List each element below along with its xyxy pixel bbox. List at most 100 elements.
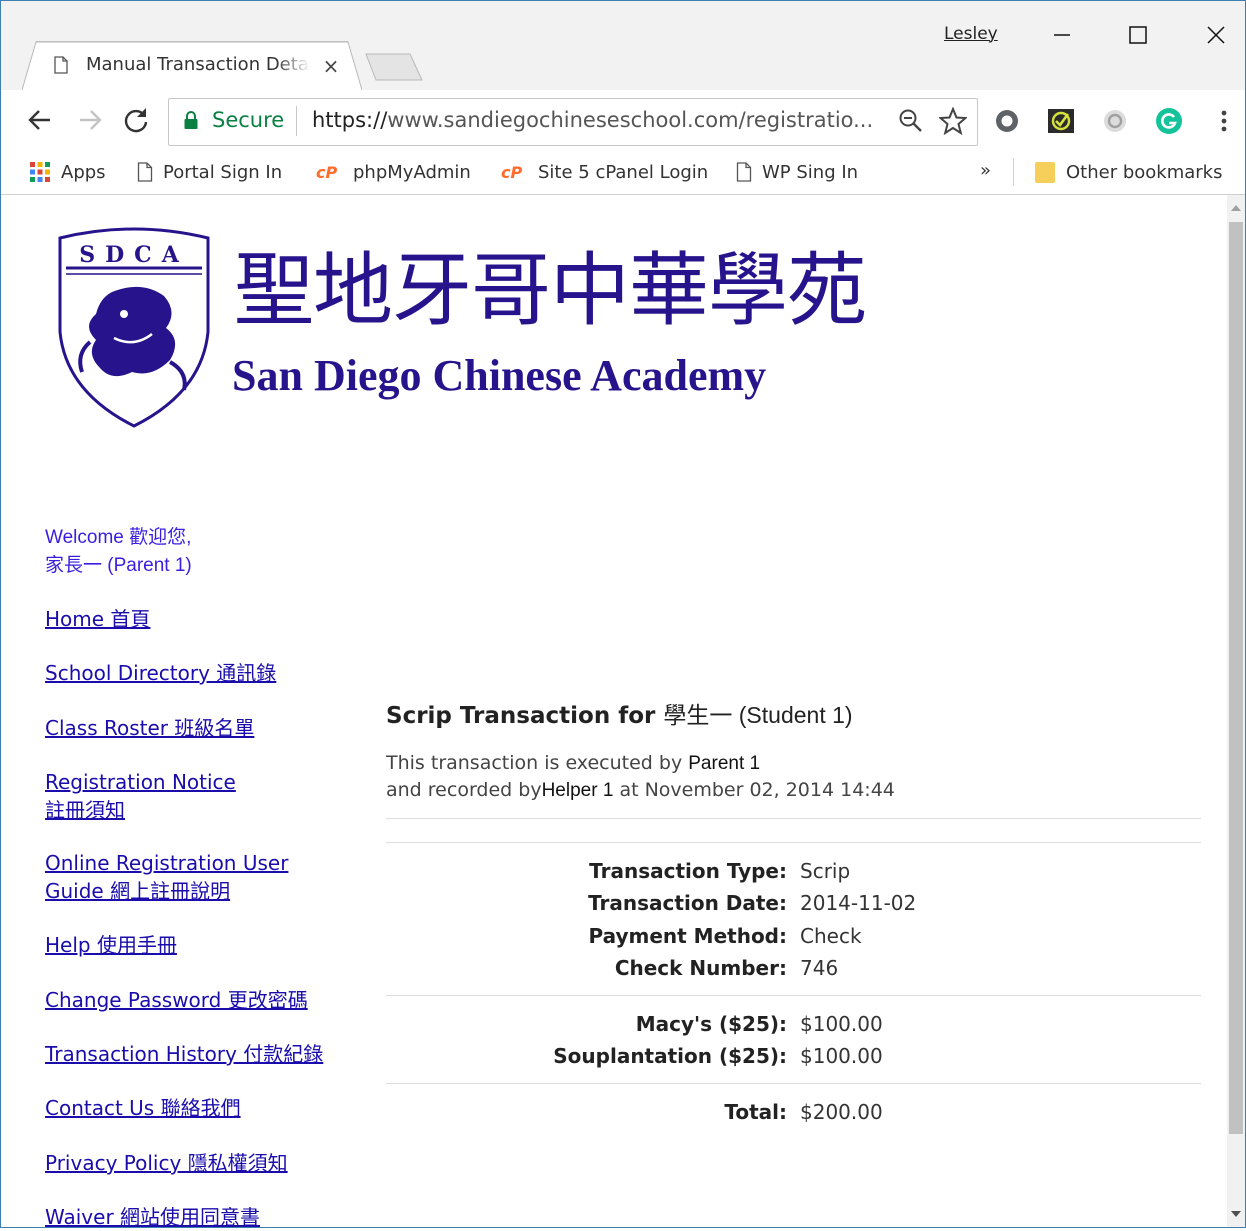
bookmark-other-bookmarks[interactable]: Other bookmarks (1034, 159, 1222, 185)
nav-link-privacy-policy[interactable]: Privacy Policy 隱私權須知 (45, 1149, 288, 1177)
tab-title: Manual Transaction Deta (86, 54, 308, 75)
recorded-by-name: Helper 1 (541, 780, 614, 801)
tab-title-fade (276, 50, 310, 80)
nav-link-registration-notice[interactable]: Registration Notice 註冊須知 (45, 768, 236, 824)
welcome-message: Welcome 歡迎您, 家長一 (Parent 1) (45, 524, 192, 580)
nav-link-school-directory[interactable]: School Directory 通訊錄 (45, 659, 276, 687)
payment-method-label: Payment Method: (588, 924, 787, 948)
nav-link-registration-guide-line2: Guide 網上註冊說明 (45, 879, 231, 903)
page-icon (137, 162, 153, 182)
zoom-icon[interactable] (898, 108, 924, 134)
bookmark-phpmyadmin[interactable]: cP phpMyAdmin (315, 159, 471, 185)
welcome-line-2: 家長一 (Parent 1) (45, 555, 192, 576)
nav-link-help[interactable]: Help 使用手冊 (45, 931, 177, 959)
lock-icon[interactable] (183, 110, 199, 130)
transaction-date-label: Transaction Date: (588, 891, 787, 915)
svg-text:cP: cP (501, 163, 522, 182)
secure-label[interactable]: Secure (212, 108, 284, 132)
divider (386, 1083, 1201, 1084)
bookmark-phpmyadmin-label: phpMyAdmin (353, 161, 471, 183)
scroll-up-arrow-icon[interactable] (1229, 200, 1243, 216)
menu-icon[interactable] (1212, 106, 1236, 136)
total-label: Total: (724, 1100, 787, 1124)
divider (386, 842, 1201, 843)
crest-text: SDCA (79, 242, 189, 268)
scrollbar-thumb[interactable] (1229, 222, 1243, 1134)
transaction-type-value: Scrip (800, 859, 851, 883)
scroll-down-arrow-icon[interactable] (1229, 1206, 1243, 1222)
recorded-by-prefix: and recorded by (386, 779, 542, 801)
url-scheme: https:// (312, 108, 388, 132)
nav-link-transaction-history[interactable]: Transaction History 付款紀錄 (45, 1040, 323, 1068)
transaction-date-value: 2014-11-02 (800, 891, 917, 915)
bookmark-cpanel-label: Site 5 cPanel Login (538, 161, 709, 183)
recorded-at: at November 02, 2014 14:44 (619, 779, 895, 801)
school-name-chinese: 聖地牙哥中華學苑 (234, 244, 867, 337)
total-value: $200.00 (800, 1100, 883, 1124)
maximize-icon[interactable] (1108, 14, 1168, 56)
transaction-type-label: Transaction Type: (589, 859, 787, 883)
page-icon (736, 162, 752, 182)
nav-link-registration-guide-line1: Online Registration User (45, 851, 289, 875)
minimize-icon[interactable] (1032, 14, 1092, 56)
check-number-label: Check Number: (614, 956, 787, 980)
bookmark-apps[interactable]: Apps (29, 159, 106, 185)
nav-link-contact-us[interactable]: Contact Us 聯絡我們 (45, 1094, 241, 1122)
cpanel-icon: cP (316, 163, 337, 182)
cpanel-icon: cP (501, 163, 522, 182)
bookmark-cpanel-login[interactable]: cP Site 5 cPanel Login (500, 159, 708, 185)
item-amount: $100.00 (800, 1012, 883, 1036)
bookmarks-overflow-button[interactable]: » (980, 160, 991, 181)
page-icon (54, 56, 68, 74)
page-title-prefix: Scrip Transaction for (386, 703, 656, 729)
close-window-icon[interactable] (1186, 14, 1246, 56)
forward-icon[interactable] (76, 106, 104, 134)
url-rest: www.sandiegochineseschool.com/registrati… (387, 108, 874, 132)
item-amount: $100.00 (800, 1044, 883, 1068)
bookmark-wp-sign-in[interactable]: WP Sing In (736, 159, 858, 185)
bookmark-wp-label: WP Sing In (762, 161, 859, 183)
executed-by-name: Parent 1 (688, 753, 761, 774)
extension-circle-icon[interactable] (993, 107, 1021, 135)
nav-link-change-password[interactable]: Change Password 更改密碼 (45, 986, 308, 1014)
nav-link-home[interactable]: Home 首頁 (45, 605, 150, 633)
check-number-value: 746 (800, 956, 839, 980)
nav-link-class-roster[interactable]: Class Roster 班級名單 (45, 714, 254, 742)
item-label: Souplantation ($25): (553, 1044, 787, 1068)
address-separator (296, 106, 297, 136)
divider (386, 995, 1201, 996)
profile-name[interactable]: Lesley (944, 24, 998, 44)
divider (386, 818, 1201, 819)
school-name-english: San Diego Chinese Academy (232, 351, 767, 400)
extension-grey-icon[interactable] (1101, 107, 1129, 135)
executed-by-prefix: This transaction is executed by (386, 752, 683, 774)
payment-method-value: Check (800, 924, 862, 948)
nav-link-registration-guide[interactable]: Online Registration User Guide 網上註冊說明 (45, 849, 288, 905)
item-label: Macy's ($25): (635, 1012, 787, 1036)
bookmark-apps-label: Apps (61, 161, 106, 183)
page-title: Scrip Transaction for 學生一 (Student 1) (386, 696, 853, 730)
extension-check-icon[interactable] (1047, 107, 1075, 135)
reload-icon[interactable] (122, 106, 150, 134)
school-crest-logo: SDCA (58, 227, 210, 428)
nav-link-registration-notice-line1: Registration Notice (45, 770, 236, 794)
back-icon[interactable] (26, 106, 54, 134)
nav-link-waiver[interactable]: Waiver 網站使用同意書 (45, 1203, 260, 1231)
tab-close-icon[interactable]: × (320, 54, 342, 78)
executed-by-line: This transaction is executed by Parent 1 (386, 752, 760, 775)
grammarly-icon[interactable] (1155, 107, 1183, 135)
bookmark-star-icon[interactable] (939, 107, 967, 135)
nav-link-registration-notice-line2: 註冊須知 (45, 798, 125, 822)
new-tab-button[interactable] (364, 52, 424, 82)
apps-grid-icon (30, 162, 50, 182)
student-name: 學生一 (Student 1) (663, 702, 853, 728)
svg-text:cP: cP (316, 163, 337, 182)
recorded-by-line: and recorded byHelper 1 at November 02, … (386, 779, 895, 802)
bookmark-other-label: Other bookmarks (1066, 161, 1223, 183)
welcome-line-1: Welcome 歡迎您, (45, 527, 192, 548)
folder-icon (1035, 162, 1055, 183)
bookmarks-separator (1013, 158, 1014, 186)
bookmark-portal-sign-in[interactable]: Portal Sign In (137, 159, 282, 185)
url-text[interactable]: https://www.sandiegochineseschool.com/re… (312, 108, 873, 132)
bookmark-portal-label: Portal Sign In (163, 161, 283, 183)
